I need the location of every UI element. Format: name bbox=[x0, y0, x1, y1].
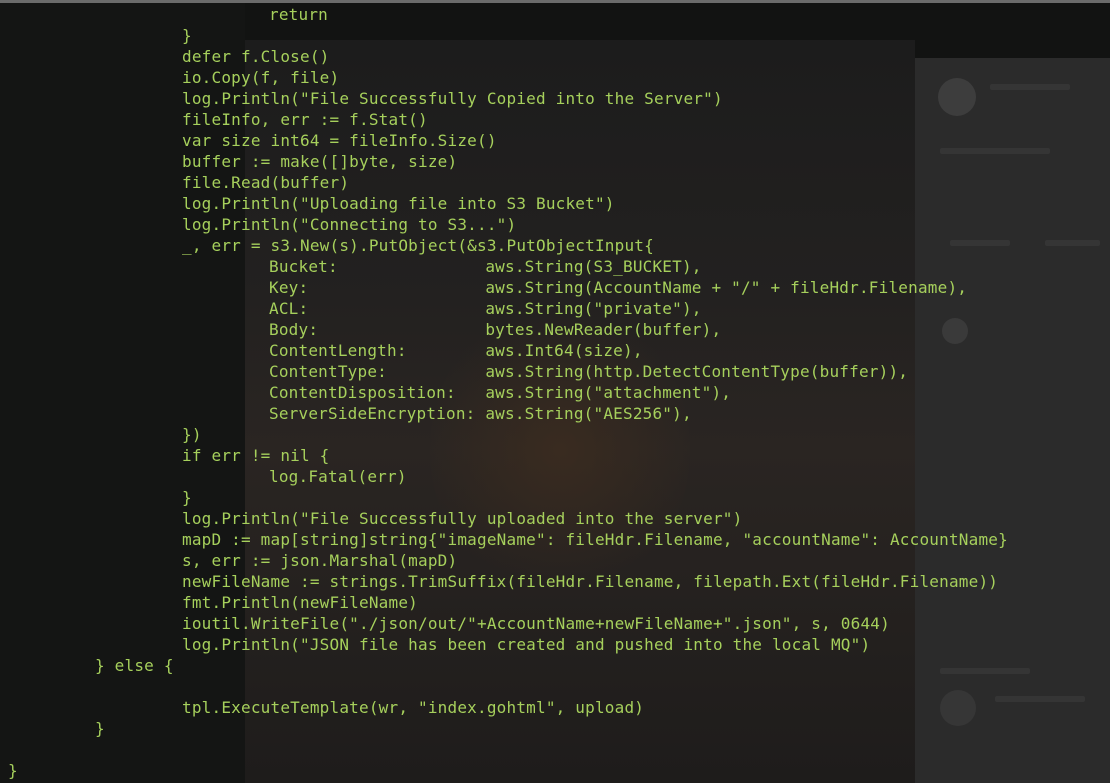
code-line: } else { bbox=[95, 656, 174, 675]
code-line: ServerSideEncryption: aws.String("AES256… bbox=[269, 404, 692, 423]
code-line: _, err = s3.New(s).PutObject(&s3.PutObje… bbox=[182, 236, 654, 255]
code-line: fileInfo, err := f.Stat() bbox=[182, 110, 428, 129]
code-line: } bbox=[182, 488, 192, 507]
code-line: if err != nil { bbox=[182, 446, 330, 465]
code-line: } bbox=[95, 719, 105, 738]
code-line: log.Fatal(err) bbox=[269, 467, 407, 486]
code-line: log.Println("File Successfully uploaded … bbox=[182, 509, 743, 528]
code-line: file.Read(buffer) bbox=[182, 173, 350, 192]
code-line: log.Println("Connecting to S3...") bbox=[182, 215, 517, 234]
code-line: } bbox=[8, 761, 18, 780]
code-line: var size int64 = fileInfo.Size() bbox=[182, 131, 497, 150]
code-line: Bucket: aws.String(S3_BUCKET), bbox=[269, 257, 702, 276]
code-line: ContentLength: aws.Int64(size), bbox=[269, 341, 643, 360]
code-line: log.Println("Uploading file into S3 Buck… bbox=[182, 194, 615, 213]
code-line: ContentType: aws.String(http.DetectConte… bbox=[269, 362, 909, 381]
code-line: mapD := map[string]string{"imageName": f… bbox=[182, 530, 1008, 549]
code-line: } bbox=[182, 26, 192, 45]
code-line: ioutil.WriteFile("./json/out/"+AccountNa… bbox=[182, 614, 890, 633]
code-line: log.Println("File Successfully Copied in… bbox=[182, 89, 723, 108]
code-line: log.Println("JSON file has been created … bbox=[182, 635, 871, 654]
code-line: newFileName := strings.TrimSuffix(fileHd… bbox=[182, 572, 999, 591]
code-line: ACL: aws.String("private"), bbox=[269, 299, 702, 318]
code-line: defer f.Close() bbox=[182, 47, 330, 66]
code-line: buffer := make([]byte, size) bbox=[182, 152, 458, 171]
code-line: s, err := json.Marshal(mapD) bbox=[182, 551, 458, 570]
code-line: return bbox=[269, 5, 328, 24]
code-line: Body: bytes.NewReader(buffer), bbox=[269, 320, 722, 339]
code-line: io.Copy(f, file) bbox=[182, 68, 340, 87]
terminal-output[interactable]: return} defer f.Close() io.Copy(f, file) lo… bbox=[0, 0, 1110, 783]
code-line: Key: aws.String(AccountName + "/" + file… bbox=[269, 278, 968, 297]
code-line: fmt.Println(newFileName) bbox=[182, 593, 418, 612]
code-line: }) bbox=[182, 425, 202, 444]
code-line: ContentDisposition: aws.String("attachme… bbox=[269, 383, 732, 402]
code-line: tpl.ExecuteTemplate(wr, "index.gohtml", … bbox=[182, 698, 645, 717]
